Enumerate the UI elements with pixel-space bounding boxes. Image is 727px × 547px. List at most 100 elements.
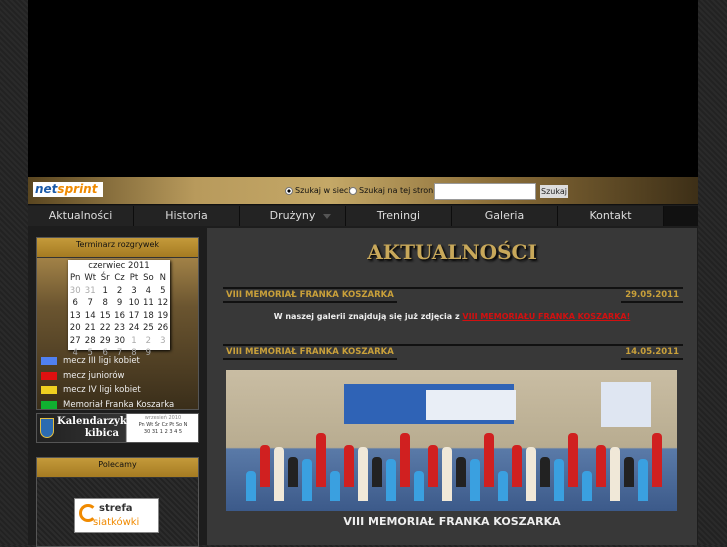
calendar-day[interactable]: 11 [141,297,155,310]
calendar-day[interactable]: 20 [68,322,82,335]
photo-person [358,447,368,501]
calendar-day[interactable]: 5 [156,285,170,298]
photo-person [512,445,522,487]
photo-person [428,445,438,487]
calendar-day[interactable]: 12 [156,297,170,310]
calendar-day[interactable]: 26 [156,322,170,335]
calendar-day[interactable]: 24 [127,322,141,335]
nav-treningi[interactable]: Treningi [346,206,452,226]
legend-item: mecz juniorów [41,371,125,381]
strefa-siatkowki-logo[interactable]: strefa siatkówki [74,498,159,533]
calendar-day[interactable]: 3 [127,285,141,298]
news-date: 29.05.2011 [621,289,683,303]
calendar-day[interactable]: 22 [98,322,112,335]
nav-kontakt[interactable]: Kontakt [558,206,664,226]
weekday-label: Cz [114,273,125,283]
calendar-day[interactable]: 30 [68,285,82,298]
schedule-title: Terminarz rozgrywek [37,238,198,258]
search-site-radio[interactable]: Szukaj na tej stronie [349,186,440,195]
calendar-day[interactable]: 19 [156,310,170,323]
legend-swatch [41,357,57,365]
search-input[interactable] [434,183,536,200]
club-crest-icon [40,418,54,438]
photo-person [386,459,396,501]
recommend-box: Polecamy strefa siatkówki [36,457,199,547]
nav-aktualnosci[interactable]: Aktualności [28,206,134,226]
news-title[interactable]: VIII MEMORIAŁ FRANKA KOSZARKA [223,289,397,303]
weekday-label: N [159,273,166,283]
news-title[interactable]: VIII MEMORIAŁ FRANKA KOSZARKA [223,346,397,360]
calendar-day[interactable]: 25 [141,322,155,335]
photo-person [554,459,564,501]
calendar-day[interactable]: 14 [82,310,98,323]
calendar-day[interactable]: 2 [112,285,126,298]
calendar-day[interactable]: 17 [127,310,141,323]
photo-person [582,471,592,501]
kalendarzyk-kibica-banner[interactable]: Kalendarzyk kibica wrzesień 2010 Pn Wt Śr … [36,413,199,443]
photo-person [414,471,424,501]
photo-person [274,447,284,501]
search-button[interactable]: Szukaj [540,185,568,198]
calendar-day[interactable]: 31 [82,285,98,298]
nav-galeria[interactable]: Galeria [452,206,558,226]
search-web-radio[interactable]: Szukaj w sieci [285,186,351,195]
nav-historia[interactable]: Historia [134,206,240,226]
calendar-day[interactable]: 1 [127,335,141,348]
calendar-day[interactable]: 6 [68,297,82,310]
news-header: VIII MEMORIAŁ FRANKA KOSZARKA 14.05.2011 [223,344,683,360]
calendar-day[interactable]: 10 [127,297,141,310]
legend-item: mecz IV ligi kobiet [41,385,141,395]
nav-druzyny[interactable]: Drużyny [240,206,346,226]
team-photo[interactable] [226,370,677,511]
photo-person [260,445,270,487]
photo-person [470,459,480,501]
calendar-day[interactable]: 15 [98,310,112,323]
weekday-label: So [143,273,154,283]
strefa-logo-icon [79,504,97,522]
weekday-label: Pt [129,273,139,283]
photo-person [316,433,326,487]
calendar-day[interactable]: 1 [98,285,112,298]
calendar-day[interactable]: 2 [141,335,155,348]
photo-person [400,433,410,487]
news-header: VIII MEMORIAŁ FRANKA KOSZARKA 29.05.2011 [223,287,683,303]
legend-swatch [41,386,57,394]
gallery-link[interactable]: VIII MEMORIAŁU FRANKA KOSZARKA! [462,312,630,321]
calendar-day[interactable]: 3 [156,335,170,348]
calendar-day[interactable]: 27 [68,335,82,348]
calendar-day[interactable]: 8 [98,297,112,310]
search-bar: netsprint Szukaj w sieci Szukaj na tej s… [28,177,698,205]
page: netsprint Szukaj w sieci Szukaj na tej s… [28,0,698,547]
calendar-day[interactable]: 28 [82,335,98,348]
calendar-day[interactable]: 7 [82,297,98,310]
photo-person [456,457,466,487]
page-title: AKTUALNOŚCI [367,240,537,264]
photo-person [610,447,620,501]
sidebar: Terminarz rozgrywek czerwiec 2011 Pn Wt Śr… [30,228,205,547]
calendar-day[interactable]: 30 [112,335,126,348]
main-nav: Aktualności Historia Drużyny Treningi Ga… [28,206,698,226]
calendar-day[interactable]: 18 [141,310,155,323]
calendar-day[interactable]: 16 [112,310,126,323]
photo-person [484,433,494,487]
photo-caption: VIII MEMORIAŁ FRANKA KOSZARKA [343,515,561,528]
calendar-day[interactable]: 13 [68,310,82,323]
netsprint-logo[interactable]: netsprint [33,182,103,197]
weekday-label: Pn [70,273,81,283]
calendar-day[interactable]: 23 [112,322,126,335]
calendar-day[interactable]: 9 [141,347,155,360]
photo-person [596,445,606,487]
calendar-day[interactable]: 4 [141,285,155,298]
photo-person [330,471,340,501]
photo-person [442,447,452,501]
calendar-day[interactable]: 21 [82,322,98,335]
calendar-day[interactable]: 9 [112,297,126,310]
photo-person [540,457,550,487]
calendar-month: czerwiec 2011 [88,261,150,271]
calendar-day[interactable]: 29 [98,335,112,348]
photo-person [652,433,662,487]
photo-person [568,433,578,487]
legend-item: Memoriał Franka Koszarka [41,400,174,410]
calendar-day[interactable] [156,347,170,360]
photo-person [624,457,634,487]
